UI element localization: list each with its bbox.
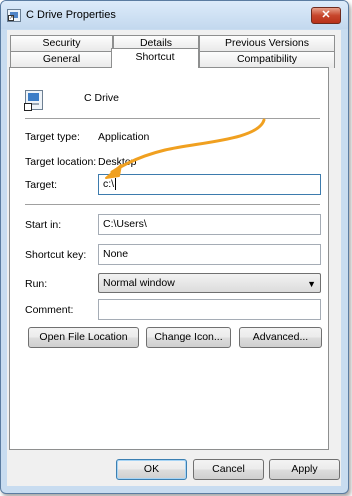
chevron-down-icon: ▼: [307, 279, 316, 289]
close-button[interactable]: ✕: [311, 7, 341, 24]
target-type-label: Target type:: [25, 131, 80, 143]
comment-field[interactable]: [98, 299, 321, 320]
target-field[interactable]: c:\: [98, 174, 321, 195]
title-bar[interactable]: ↗ C Drive Properties ✕: [1, 1, 348, 29]
window-title: C Drive Properties: [26, 9, 116, 21]
tab-compatibility[interactable]: Compatibility: [199, 51, 335, 68]
target-label: Target:: [25, 179, 58, 191]
run-select[interactable]: Normal window ▼: [98, 273, 321, 293]
cancel-button[interactable]: Cancel: [193, 459, 264, 480]
advanced-button[interactable]: Advanced...: [239, 327, 322, 348]
run-label: Run:: [25, 278, 48, 290]
divider: [25, 204, 320, 205]
tab-shortcut[interactable]: Shortcut: [111, 48, 199, 68]
comment-label: Comment:: [25, 304, 74, 316]
change-icon-button[interactable]: Change Icon...: [146, 327, 231, 348]
target-location-value: Desktop: [98, 156, 137, 168]
tab-general[interactable]: General: [10, 51, 113, 68]
target-value: c:\: [103, 178, 115, 190]
target-location-label: Target location:: [25, 156, 97, 168]
text-caret: [115, 178, 117, 191]
apply-button[interactable]: Apply: [269, 459, 340, 480]
ok-button[interactable]: OK: [116, 459, 187, 480]
shortcut-icon: [24, 90, 43, 111]
start-in-label: Start in:: [25, 219, 62, 231]
tab-previous-versions[interactable]: Previous Versions: [199, 35, 335, 51]
shortcut-key-field[interactable]: None: [98, 244, 321, 265]
divider: [25, 118, 320, 119]
target-type-value: Application: [98, 131, 150, 143]
open-file-location-button[interactable]: Open File Location: [28, 327, 139, 348]
tab-security[interactable]: Security: [10, 35, 113, 51]
close-icon: ✕: [321, 9, 331, 21]
run-selected-value: Normal window: [103, 277, 175, 289]
properties-window: ↗ C Drive Properties ✕ Security Details …: [0, 0, 349, 494]
start-in-field[interactable]: C:\Users\: [98, 214, 321, 235]
shortcut-icon: ↗: [7, 9, 21, 22]
shortcut-name: C Drive: [84, 92, 120, 104]
shortcut-key-label: Shortcut key:: [25, 249, 87, 261]
